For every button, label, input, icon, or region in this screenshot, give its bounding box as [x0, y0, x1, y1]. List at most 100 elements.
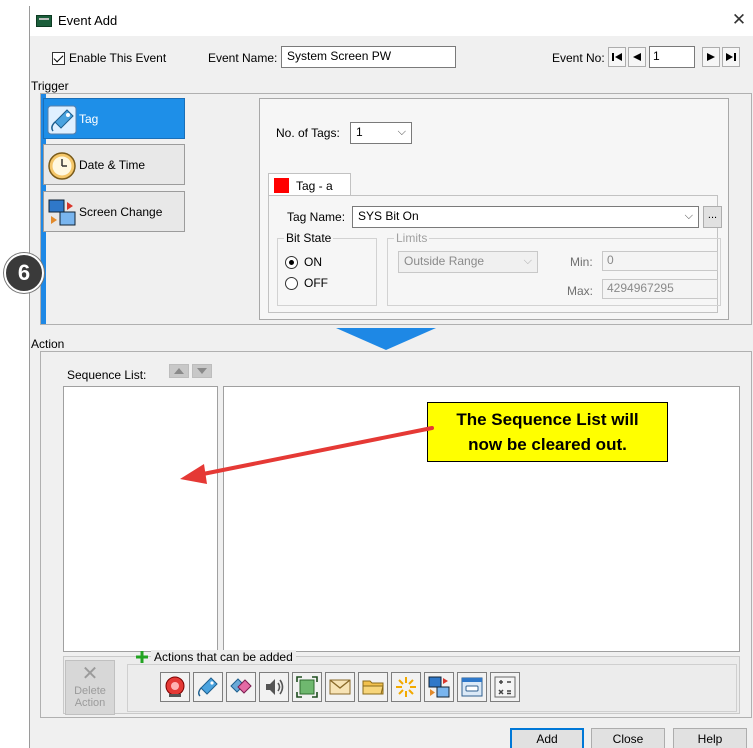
- flash-icon: [396, 677, 416, 697]
- first-icon: [612, 53, 622, 61]
- tag-a-tabpane: Tag Name: SYS Bit On ⌵ ... Bit State ON …: [268, 195, 722, 313]
- callout-line-1: The Sequence List will: [456, 410, 639, 429]
- limits-range-select: Outside Range ⌵: [398, 251, 538, 273]
- step-number-badge: 6: [4, 253, 44, 293]
- bit-state-group: Bit State ON OFF: [277, 231, 377, 306]
- first-event-button[interactable]: [608, 47, 626, 67]
- event-add-dialog: Event Add ✕ Enable This Event Event Name…: [29, 6, 753, 748]
- min-label: Min:: [570, 255, 593, 269]
- enable-event-checkbox[interactable]: [52, 52, 65, 65]
- trigger-date-time-label: Date & Time: [79, 158, 146, 172]
- bit-state-on-radio[interactable]: [285, 256, 298, 269]
- email-icon: [329, 679, 351, 695]
- tag-name-select[interactable]: SYS Bit On ⌵: [352, 206, 699, 228]
- action-sound-button[interactable]: [259, 672, 289, 702]
- chevron-down-icon: ⌵: [684, 210, 693, 222]
- screen-change-icon: [48, 199, 76, 226]
- plus-icon: [136, 651, 148, 663]
- tag-color-swatch: [274, 178, 289, 193]
- tag-icon: [47, 105, 77, 135]
- move-down-button[interactable]: [192, 364, 212, 378]
- sound-icon: [266, 679, 284, 695]
- move-up-button[interactable]: [169, 364, 189, 378]
- app-icon: [36, 15, 52, 27]
- trigger-screen-change-button[interactable]: Screen Change: [43, 191, 185, 232]
- trigger-section-label: Trigger: [31, 79, 69, 93]
- screen-capture-icon: [296, 676, 318, 698]
- clock-icon: [48, 152, 76, 180]
- window-title: Event Add: [58, 13, 118, 28]
- trigger-settings-panel: No. of Tags: 1 ⌵ Tag - a Tag Name: SYS B…: [259, 98, 729, 320]
- tag-write-icon: [198, 677, 218, 697]
- title-bar: Event Add ✕: [30, 6, 753, 36]
- bit-state-off-radio[interactable]: [285, 277, 298, 290]
- tag-copy-icon: [230, 678, 252, 694]
- annotation-arrow-icon: [180, 426, 434, 484]
- next-event-button[interactable]: [702, 47, 720, 67]
- triangle-up-icon: [174, 368, 184, 374]
- trigger-tag-label: Tag: [79, 112, 99, 126]
- last-icon: [726, 53, 736, 61]
- callout-line-2: now be cleared out.: [468, 435, 627, 454]
- event-name-label: Event Name:: [208, 51, 278, 65]
- browse-tag-button[interactable]: ...: [703, 206, 722, 228]
- no-of-tags-value: 1: [356, 125, 363, 139]
- limits-group: Limits Outside Range ⌵ Min: 0 Max: 42949…: [387, 231, 721, 306]
- no-of-tags-label: No. of Tags:: [276, 126, 340, 140]
- triangle-down-icon: [197, 368, 207, 374]
- event-name-input[interactable]: System Screen PW: [281, 46, 456, 68]
- min-input: 0: [602, 251, 718, 271]
- sequence-list-label: Sequence List:: [67, 368, 147, 382]
- max-input: 4294967295: [602, 279, 718, 299]
- tab-tag-a-label: Tag - a: [296, 179, 333, 193]
- trigger-screen-change-label: Screen Change: [79, 205, 163, 219]
- max-label: Max:: [567, 284, 594, 298]
- close-button[interactable]: Close: [591, 728, 665, 748]
- event-no-input[interactable]: 1: [649, 46, 695, 68]
- action-tag-write-button[interactable]: [193, 672, 223, 702]
- trigger-tag-button[interactable]: Tag: [43, 98, 185, 139]
- action-tag-copy-button[interactable]: [226, 672, 256, 702]
- no-of-tags-select[interactable]: 1 ⌵: [350, 122, 412, 144]
- chevron-down-icon: ⌵: [397, 126, 406, 138]
- help-button[interactable]: Help: [673, 728, 747, 748]
- flow-arrow-icon: [336, 328, 436, 350]
- delete-action-label-2: Action: [74, 697, 106, 709]
- delete-action-button[interactable]: ✕ Delete Action: [65, 660, 115, 715]
- alarm-icon: [165, 676, 185, 697]
- action-window-button[interactable]: [457, 672, 487, 702]
- calculation-icon: [494, 676, 516, 698]
- add-button[interactable]: Add: [510, 728, 584, 748]
- chevron-down-icon: ⌵: [523, 255, 532, 267]
- close-window-icon[interactable]: ✕: [728, 9, 750, 31]
- previous-event-button[interactable]: [628, 47, 646, 67]
- next-icon: [707, 53, 715, 61]
- trigger-date-time-button[interactable]: Date & Time: [43, 144, 185, 185]
- action-section-label: Action: [31, 337, 65, 351]
- action-screen-capture-button[interactable]: [292, 672, 322, 702]
- action-email-button[interactable]: [325, 672, 355, 702]
- tab-tag-a[interactable]: Tag - a: [268, 173, 351, 197]
- limits-title: Limits: [394, 231, 430, 245]
- annotation-callout: The Sequence List will now be cleared ou…: [427, 402, 668, 462]
- delete-action-label-1: Delete: [74, 685, 106, 697]
- screen-switch-icon: [428, 676, 450, 698]
- delete-x-icon: ✕: [81, 663, 99, 685]
- action-screen-switch-button[interactable]: [424, 672, 454, 702]
- event-no-label: Event No:: [552, 51, 605, 65]
- limits-range-value: Outside Range: [404, 254, 485, 268]
- action-calculation-button[interactable]: [490, 672, 520, 702]
- tag-name-label: Tag Name:: [287, 210, 346, 224]
- bit-state-on-label: ON: [304, 255, 322, 269]
- previous-icon: [633, 53, 641, 61]
- enable-event-label: Enable This Event: [69, 51, 167, 65]
- action-folder-button[interactable]: [358, 672, 388, 702]
- bit-state-title: Bit State: [284, 231, 334, 245]
- action-flash-button[interactable]: [391, 672, 421, 702]
- folder-icon: [362, 680, 384, 695]
- tag-name-value: SYS Bit On: [358, 209, 419, 223]
- last-event-button[interactable]: [722, 47, 740, 67]
- action-alarm-button[interactable]: [160, 672, 190, 702]
- window-icon: [461, 677, 483, 697]
- actions-available-label: Actions that can be added: [151, 650, 296, 664]
